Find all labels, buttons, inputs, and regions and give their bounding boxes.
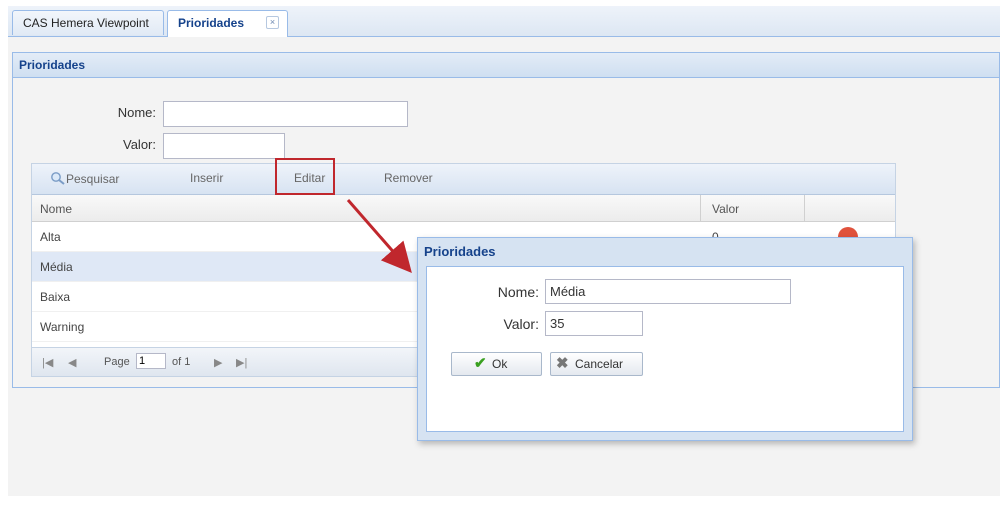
dialog-body: Nome: Valor: ✔ Ok ✖ Cancelar — [426, 266, 904, 432]
dialog-valor-input[interactable] — [545, 311, 643, 336]
ok-button-label: Ok — [492, 357, 508, 371]
dialog-valor-label: Valor: — [503, 316, 539, 332]
x-icon: ✖ — [556, 355, 569, 372]
cancel-button[interactable]: ✖ Cancelar — [550, 352, 643, 376]
dialog-nome-label: Nome: — [497, 284, 539, 300]
prioridades-dialog: Prioridades Nome: Valor: ✔ Ok ✖ Cancelar — [417, 237, 913, 441]
checkmark-icon: ✔ — [474, 355, 487, 372]
dialog-nome-input[interactable] — [545, 279, 791, 304]
dialog-title: Prioridades — [424, 244, 496, 259]
cancel-button-label: Cancelar — [575, 357, 624, 371]
ok-button[interactable]: ✔ Ok — [451, 352, 542, 376]
